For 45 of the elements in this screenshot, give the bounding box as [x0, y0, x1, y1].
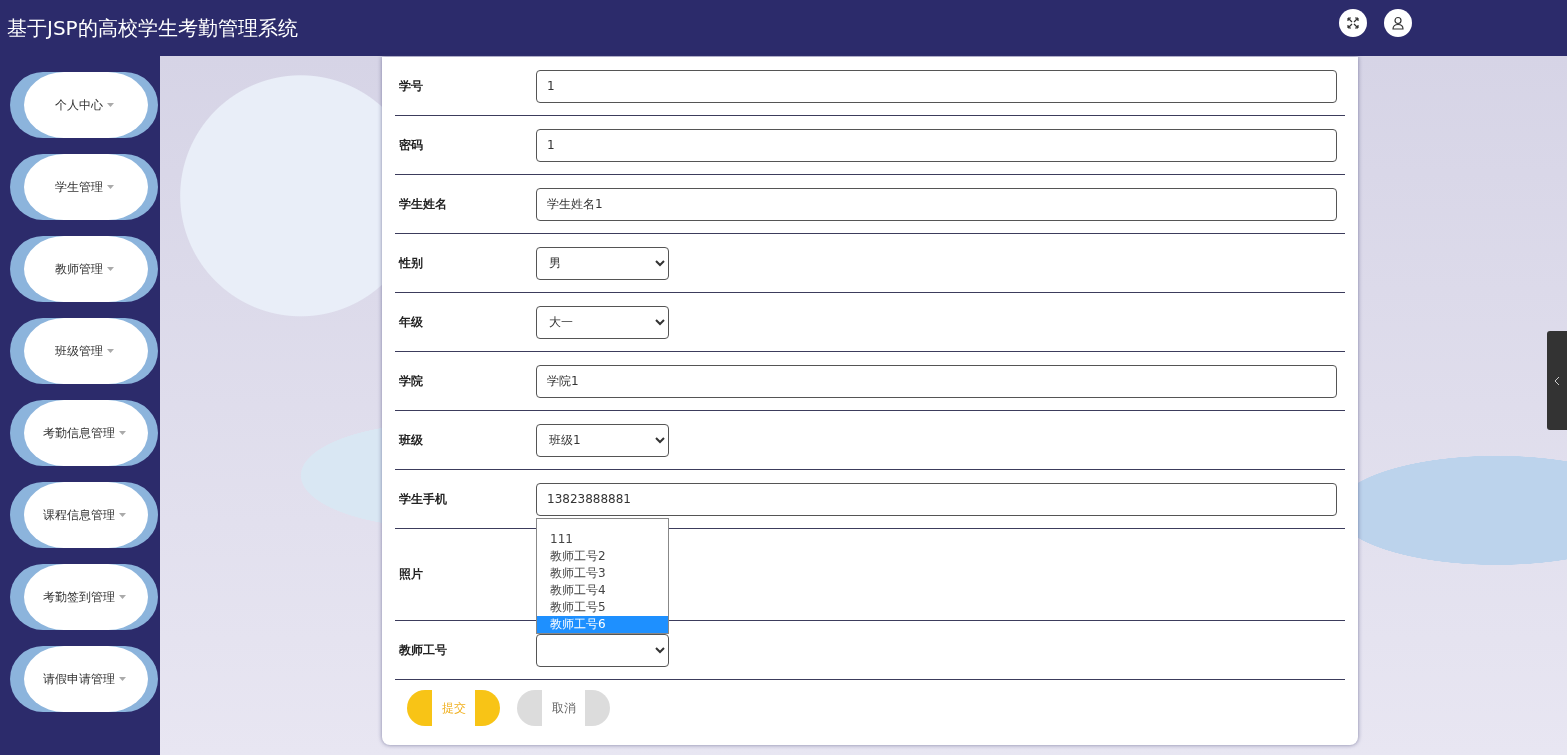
- select-field[interactable]: 男: [536, 246, 669, 280]
- field-label: 密码: [398, 136, 424, 154]
- dropdown-option[interactable]: 教师工号3: [537, 564, 668, 582]
- caret-icon: [106, 185, 114, 189]
- sidebar-menu-item[interactable]: 教师管理: [10, 236, 158, 302]
- text-field[interactable]: 1: [536, 128, 1337, 162]
- sidebar-menu-item[interactable]: 个人中心: [10, 72, 158, 138]
- field-label: 学号: [398, 77, 424, 95]
- field-label: 学生姓名: [398, 195, 448, 213]
- field-label: 照片: [398, 566, 424, 583]
- text-field[interactable]: 1: [536, 69, 1337, 103]
- side-handle[interactable]: [1547, 331, 1567, 430]
- field-label: 学院: [398, 372, 424, 390]
- text-field[interactable]: 学生姓名1: [536, 187, 1337, 221]
- sidebar-menu-item[interactable]: 考勤信息管理: [10, 400, 158, 466]
- sidebar-menu-item[interactable]: 请假申请管理: [10, 646, 158, 712]
- caret-icon: [118, 431, 126, 435]
- caret-icon: [118, 595, 126, 599]
- dropdown-option[interactable]: 教师工号2: [537, 547, 668, 565]
- caret-icon: [118, 677, 126, 681]
- text-field[interactable]: 13823888881: [536, 482, 1337, 516]
- caret-icon: [118, 513, 126, 517]
- text-field[interactable]: 学院1: [536, 364, 1337, 398]
- field-label: 年级: [398, 313, 424, 331]
- sidebar-menu-item[interactable]: 考勤签到管理: [10, 564, 158, 630]
- caret-icon: [106, 103, 114, 107]
- select-field[interactable]: 大一: [536, 305, 669, 339]
- select-field[interactable]: 班级1: [536, 423, 669, 457]
- dropdown-option[interactable]: 教师工号5: [537, 598, 668, 616]
- sidebar-menu-item[interactable]: 课程信息管理: [10, 482, 158, 548]
- dropdown-option[interactable]: 111: [537, 530, 668, 548]
- field-label: 班级: [397, 431, 424, 449]
- user-icon[interactable]: [1384, 9, 1412, 37]
- field-label: 性别: [397, 254, 424, 272]
- fullscreen-icon[interactable]: [1339, 9, 1367, 37]
- app-title: 基于JSP的高校学生考勤管理系统: [7, 14, 299, 42]
- sidebar-menu-item[interactable]: 班级管理: [10, 318, 158, 384]
- caret-icon: [106, 349, 114, 353]
- dropdown-option[interactable]: 教师工号4: [537, 581, 668, 599]
- field-label: 学生手机: [398, 490, 448, 508]
- select-field[interactable]: [536, 633, 669, 667]
- sidebar-menu-item[interactable]: 学生管理: [10, 154, 158, 220]
- field-label: 教师工号: [398, 641, 448, 659]
- caret-icon: [106, 267, 114, 271]
- cancel-button[interactable]: 取消: [517, 690, 610, 726]
